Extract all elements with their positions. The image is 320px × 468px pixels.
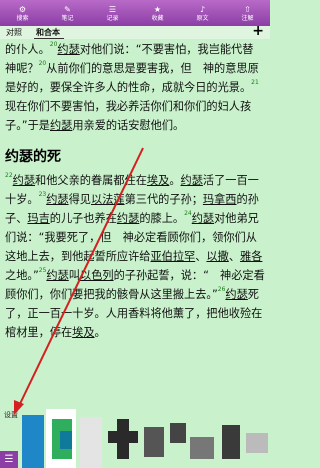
person-link[interactable]: 约瑟 [57, 43, 79, 56]
nav-label: 注解 [241, 14, 254, 22]
person-link[interactable]: 约瑟 [225, 288, 247, 301]
person-link[interactable]: 以撒 [206, 250, 228, 263]
person-link[interactable]: 约瑟 [117, 212, 139, 225]
star-icon: ★ [153, 4, 162, 14]
history-icon: ☰ [108, 4, 117, 14]
menu-icon: ☰ [4, 454, 14, 465]
person-link[interactable]: 雅各 [240, 250, 262, 263]
add-tab-button[interactable]: + [252, 24, 264, 38]
version-tabs: 对照 和合本 + [0, 24, 270, 39]
person-link[interactable]: 约瑟 [13, 174, 35, 187]
person-link[interactable]: 约瑟 [181, 174, 203, 187]
tab-compare[interactable]: 对照 [6, 27, 22, 38]
place-link[interactable]: 埃及 [147, 174, 169, 187]
person-link[interactable]: 约瑟 [46, 193, 68, 206]
section-heading: 约瑟的死 [5, 149, 61, 165]
pixelated-overlay [22, 409, 270, 468]
settings-button[interactable]: 设置 [4, 410, 18, 420]
menu-button[interactable]: ☰ [0, 451, 18, 468]
nav-search[interactable]: ⚙ 搜索 [0, 0, 45, 26]
nav-label: 笔记 [61, 14, 74, 22]
nav-label: 原文 [196, 14, 209, 22]
person-link[interactable]: 以法莲 [91, 193, 125, 206]
person-link[interactable]: 玛拿西 [203, 193, 237, 206]
note-icon: ✎ [64, 4, 71, 14]
nav-label: 记录 [106, 14, 119, 22]
place-link[interactable]: 埃及 [72, 326, 94, 339]
nav-history[interactable]: ☰ 记录 [90, 0, 135, 26]
paragraph: 的仆人。20约瑟对他们说：“不要害怕，我岂能代替 神呢？20从前你们的意思是要害… [5, 41, 265, 132]
nav-original[interactable]: ♪ 原文 [180, 0, 225, 26]
paragraph: 22约瑟和他父亲的眷属都住在埃及。约瑟活了一百一十岁。23约瑟得见以法莲第三代的… [5, 172, 265, 339]
nav-label: 收藏 [151, 14, 164, 22]
verse-number[interactable]: 24 [184, 210, 192, 217]
passage-content: 的仆人。20约瑟对他们说：“不要害怕，我岂能代替 神呢？20从前你们的意思是要害… [5, 40, 267, 342]
person-link[interactable]: 亚伯拉罕 [150, 250, 195, 263]
person-link[interactable]: 约瑟 [50, 119, 72, 132]
nav-favorites[interactable]: ★ 收藏 [135, 0, 180, 26]
bottom-bar: 设置 ☰ [0, 407, 270, 468]
person-link[interactable]: 约瑟 [192, 212, 214, 225]
share-icon: ⇧ [244, 4, 251, 14]
top-nav-bar: ⚙ 搜索 ✎ 笔记 ☰ 记录 ★ 收藏 ♪ 原文 ⇧ 注解 [0, 0, 270, 26]
nav-notes[interactable]: ✎ 笔记 [45, 0, 90, 26]
verse-number[interactable]: 21 [251, 79, 259, 86]
active-tab-indicator [34, 38, 64, 39]
person-link[interactable]: 约瑟 [46, 269, 68, 282]
audio-icon: ♪ [199, 4, 206, 14]
person-link[interactable]: 以色列 [80, 269, 114, 282]
verse-number[interactable]: 22 [5, 172, 13, 179]
tab-combined[interactable]: 和合本 [36, 27, 60, 38]
nav-label: 搜索 [16, 14, 29, 22]
person-link[interactable]: 玛吉 [27, 212, 49, 225]
search-icon: ⚙ [18, 4, 27, 14]
